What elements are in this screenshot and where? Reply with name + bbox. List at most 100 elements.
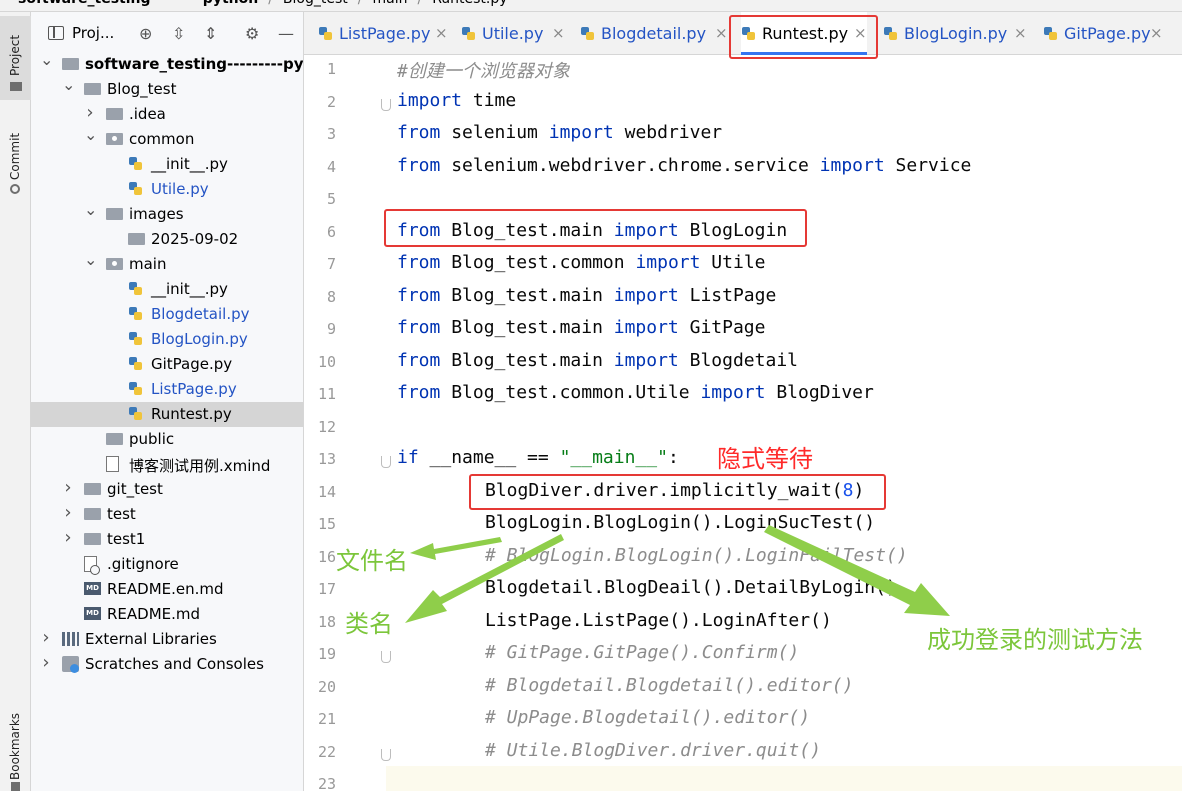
code-editor[interactable]: 1 2 3 4 5 6 7 8 9 10 11 12 13 14 15 16 17 18 19 20 21 22 23 #创… [304, 55, 1182, 791]
project-tree-item[interactable]: ⌄ software_testing---------python [31, 50, 303, 77]
tree-item-label: test [107, 505, 136, 523]
project-tree-item[interactable]: › Scratches and Consoles [31, 652, 303, 677]
python-file-icon [461, 26, 477, 42]
project-tree-item[interactable]: public [31, 427, 303, 452]
close-tab-icon[interactable]: × [1014, 24, 1027, 42]
commit-tool-tab[interactable]: Commit [0, 122, 31, 202]
folder-icon [106, 208, 123, 220]
project-tree-item[interactable]: › test1 [31, 527, 303, 552]
code-token: __name__ == [418, 447, 560, 468]
success-login-test-annotation: 成功登录的测试方法 [927, 626, 1143, 654]
project-tree-item[interactable]: › .idea [31, 102, 303, 127]
code-line: #创建一个浏览器对象 [397, 57, 570, 83]
breadcrumb-item[interactable]: Blog_test [283, 0, 348, 7]
project-tree-item[interactable]: MD README.md [31, 602, 303, 627]
hide-panel-icon[interactable]: — [278, 24, 294, 43]
breadcrumb-item[interactable]: main [372, 0, 407, 7]
project-tree-item[interactable]: Runtest.py [31, 402, 303, 427]
chevron-down-icon[interactable]: ⌄ [62, 75, 75, 94]
folder-icon [128, 233, 145, 245]
chevron-right-icon[interactable]: › [40, 627, 52, 648]
code-token: from [397, 382, 441, 403]
code-line: BlogLogin.BlogLogin().LoginSucTest() [485, 512, 875, 533]
chevron-right-icon[interactable]: › [40, 652, 52, 673]
project-tree-item[interactable]: › git_test [31, 477, 303, 502]
breadcrumb-separator: / [358, 0, 363, 7]
close-tab-icon[interactable]: × [1150, 24, 1163, 42]
chevron-down-icon[interactable]: ⌄ [40, 50, 53, 69]
project-tree-item[interactable]: › test [31, 502, 303, 527]
editor-tab[interactable]: ListPage.py × [318, 12, 448, 55]
project-panel-title[interactable]: Proj... [72, 24, 114, 42]
project-tree-item[interactable]: __init__.py [31, 152, 303, 177]
chevron-down-icon[interactable]: ⌄ [84, 200, 97, 219]
code-line: ListPage.ListPage().LoginAfter() [485, 610, 832, 631]
project-tree-item[interactable]: MD README.en.md [31, 577, 303, 602]
project-tree-item[interactable]: 博客测试用例.xmind [31, 452, 303, 477]
code-token: time [462, 89, 517, 111]
editor-tab[interactable]: BlogLogin.py × [883, 12, 1027, 55]
project-tree-item[interactable]: 2025-09-02 [31, 227, 303, 252]
project-tree-item[interactable]: __init__.py [31, 277, 303, 302]
project-tree: ⌄ software_testing---------python ⌄ Blog_te… [31, 50, 303, 677]
close-tab-icon[interactable]: × [435, 24, 448, 42]
project-tree-item[interactable]: ⌄ common [31, 125, 303, 152]
chevron-right-icon[interactable]: › [84, 102, 96, 123]
code-token: # BlogLogin.BlogLogin().LoginFailTest() [485, 544, 908, 566]
close-tab-icon[interactable]: × [715, 24, 728, 42]
tool-window-strip: Project Commit Bookmarks [0, 12, 31, 791]
bookmarks-tool-tab[interactable]: Bookmarks [0, 702, 31, 791]
tree-item-label: public [129, 430, 175, 448]
project-tree-item[interactable]: GitPage.py [31, 352, 303, 377]
project-tree-item[interactable]: ⌄ Blog_test [31, 75, 303, 102]
code-line: # UpPage.Blogdetail().editor() [485, 707, 810, 728]
fold-marker-icon[interactable] [381, 651, 391, 663]
collapse-all-icon[interactable]: ⇕ [204, 24, 217, 43]
code-token: from [397, 317, 441, 338]
fold-marker-icon[interactable] [381, 98, 391, 111]
gear-icon[interactable]: ⚙ [245, 24, 259, 43]
chevron-right-icon[interactable]: › [62, 527, 74, 548]
fold-marker-icon[interactable] [381, 748, 391, 761]
code-token: Service [884, 154, 972, 176]
editor-tab[interactable]: Blogdetail.py × [580, 12, 728, 55]
line-number: 13 [317, 450, 336, 468]
editor-tab[interactable]: GitPage.py × [1043, 12, 1163, 55]
breadcrumb-item[interactable]: software_testing---------python [18, 0, 258, 7]
project-tree-item[interactable]: ListPage.py [31, 377, 303, 402]
line-number: 3 [326, 125, 336, 143]
tree-item-label: GitPage.py [151, 355, 233, 373]
project-tool-tab[interactable]: Project [0, 16, 31, 100]
python-file-icon [128, 356, 144, 372]
line-number: 22 [317, 742, 336, 761]
tree-item-label: Blog_test [107, 80, 177, 98]
project-tree-item[interactable]: Blogdetail.py [31, 302, 303, 327]
close-tab-icon[interactable]: × [552, 24, 565, 42]
chevron-down-icon[interactable]: ⌄ [84, 250, 97, 269]
project-tree-item[interactable]: .gitignore [31, 552, 303, 577]
chevron-right-icon[interactable]: › [62, 477, 74, 498]
chevron-down-icon[interactable]: ⌄ [84, 125, 97, 144]
folder-icon [106, 108, 123, 120]
chevron-right-icon[interactable]: › [62, 502, 74, 523]
library-icon [62, 632, 79, 646]
line-number: 10 [317, 352, 336, 371]
project-tree-item[interactable]: ⌄ main [31, 250, 303, 277]
code-token: from [397, 284, 441, 306]
expand-all-icon[interactable]: ⇳ [172, 24, 185, 43]
line-number: 1 [326, 60, 336, 78]
fold-marker-icon[interactable] [381, 456, 391, 468]
locate-file-icon[interactable]: ⊕ [139, 24, 152, 43]
python-file-icon [128, 306, 144, 322]
bookmark-icon [11, 782, 20, 791]
project-tree-item[interactable]: › External Libraries [31, 627, 303, 652]
breadcrumb-item[interactable]: Runtest.py [432, 0, 507, 7]
code-token: # GitPage.GitPage().Confirm() [485, 642, 800, 663]
markdown-file-icon: MD [84, 582, 101, 595]
project-tree-item[interactable]: Utile.py [31, 177, 303, 202]
code-token: Utile [700, 252, 766, 273]
editor-tab[interactable]: Utile.py × [461, 12, 565, 55]
project-tree-item[interactable]: ⌄ images [31, 200, 303, 227]
project-tree-item[interactable]: BlogLogin.py [31, 327, 303, 352]
code-token: import [397, 89, 463, 111]
